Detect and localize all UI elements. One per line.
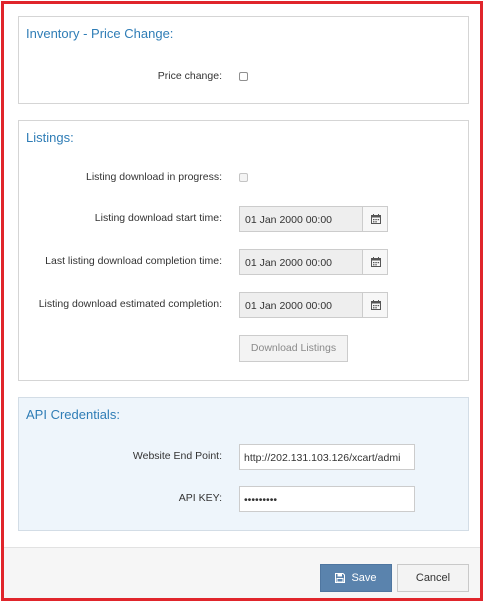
last-completion-field: 01 Jan 2000 00:00 (239, 249, 389, 275)
estimated-completion-field: 01 Jan 2000 00:00 (239, 292, 389, 318)
estimated-completion-input[interactable]: 01 Jan 2000 00:00 (239, 292, 362, 318)
calendar-icon (371, 300, 381, 310)
last-completion-input[interactable]: 01 Jan 2000 00:00 (239, 249, 362, 275)
download-listings-row: Download Listings (19, 335, 468, 362)
listing-in-progress-label: Listing download in progress: (86, 171, 222, 183)
price-change-checkbox[interactable] (239, 72, 248, 81)
listing-in-progress-row: Listing download in progress: (19, 165, 468, 191)
price-change-label: Price change: (157, 70, 222, 82)
api-key-label: API KEY: (178, 492, 222, 504)
listing-in-progress-checkbox (239, 173, 248, 182)
start-time-input[interactable]: 01 Jan 2000 00:00 (239, 206, 362, 232)
start-time-field: 01 Jan 2000 00:00 (239, 206, 389, 232)
download-listings-button[interactable]: Download Listings (239, 335, 348, 362)
inventory-price-change-section: Inventory - Price Change: Price change: (18, 16, 469, 104)
estimated-completion-calendar-button[interactable] (362, 292, 388, 318)
estimated-completion-label: Listing download estimated completion: (38, 298, 222, 310)
estimated-completion-row: Listing download estimated completion: 0… (19, 292, 468, 318)
api-key-input[interactable]: ••••••••• (239, 486, 415, 512)
dialog-frame: Inventory - Price Change: Price change: … (1, 1, 483, 601)
last-completion-label: Last listing download completion time: (45, 255, 222, 267)
api-credentials-section: API Credentials: Website End Point: http… (18, 397, 469, 531)
start-time-row: Listing download start time: 01 Jan 2000… (19, 206, 468, 232)
endpoint-label: Website End Point: (132, 450, 222, 462)
floppy-disk-icon (335, 573, 346, 583)
calendar-icon (371, 214, 381, 224)
calendar-icon (371, 257, 381, 267)
cancel-button[interactable]: Cancel (397, 564, 469, 592)
section-title-listings: Listings: (26, 130, 74, 145)
save-button[interactable]: Save (320, 564, 392, 592)
listings-section: Listings: Listing download in progress: … (18, 120, 469, 381)
last-completion-calendar-button[interactable] (362, 249, 388, 275)
api-key-row: API KEY: ••••••••• (19, 486, 468, 512)
section-title-api: API Credentials: (26, 407, 120, 422)
endpoint-row: Website End Point: http://202.131.103.12… (19, 444, 468, 470)
last-completion-row: Last listing download completion time: 0… (19, 249, 468, 275)
start-time-calendar-button[interactable] (362, 206, 388, 232)
section-title-inventory: Inventory - Price Change: (26, 26, 174, 41)
dialog-footer: Save Cancel (4, 547, 480, 598)
save-button-label: Save (351, 572, 377, 584)
endpoint-input[interactable]: http://202.131.103.126/xcart/admi (239, 444, 415, 470)
start-time-label: Listing download start time: (94, 212, 222, 224)
price-change-row: Price change: (19, 64, 468, 90)
